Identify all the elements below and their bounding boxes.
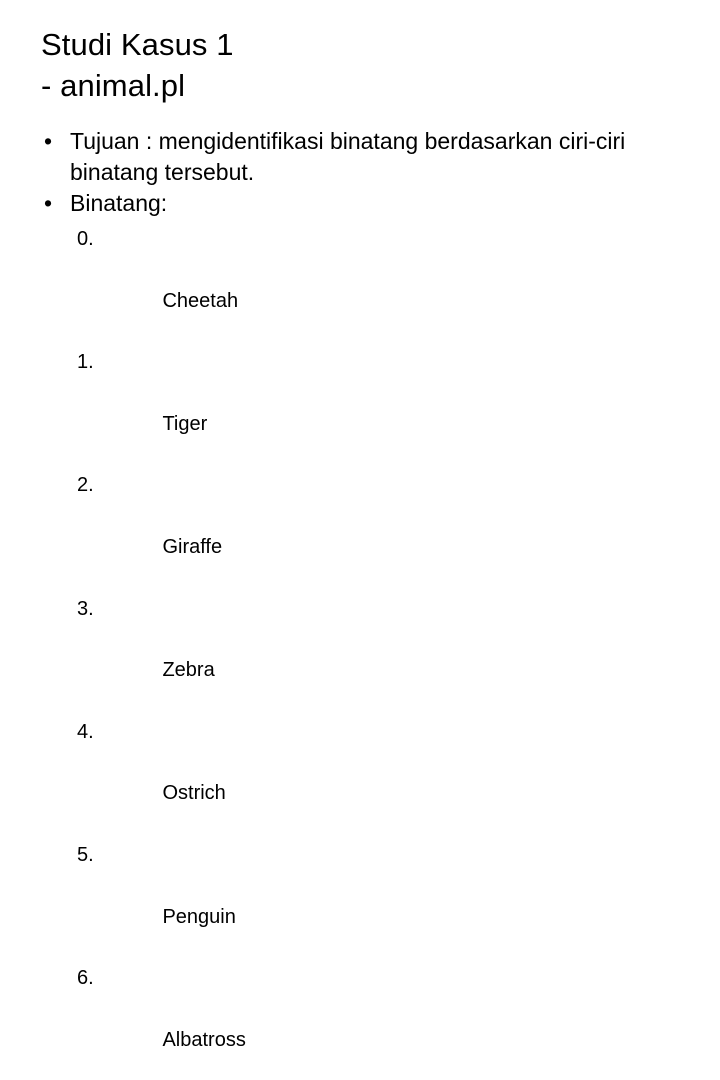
list-item: 1. Tiger — [41, 347, 691, 470]
bullet-text-objective: Tujuan : mengidentifikasi binatang berda… — [70, 128, 626, 185]
list-item: 5. Penguin — [41, 840, 691, 963]
list-item-label: Cheetah — [162, 289, 239, 312]
list-item-number: 0. — [77, 228, 94, 250]
title-line-2: - animal.pl — [41, 68, 186, 103]
bullet-text-animals: Binatang: — [70, 190, 168, 216]
list-item-number: 4. — [77, 720, 94, 743]
slide-title: Studi Kasus 1 - animal.pl — [41, 24, 681, 106]
list-item-label: Giraffe — [162, 535, 223, 558]
list-item-number: 2. — [77, 474, 94, 497]
list-item: 2. Giraffe — [41, 470, 691, 593]
list-item-label: Tiger — [162, 412, 208, 435]
list-item-label: Ostrich — [162, 782, 226, 805]
list-item-number: 5. — [77, 843, 94, 866]
list-item-label: Zebra — [162, 659, 215, 682]
list-item: 3. Zebra — [41, 594, 691, 717]
bullet-dot-icon: • — [44, 128, 53, 154]
list-item-number: 1. — [77, 351, 94, 374]
animal-numbered-list: 0. Cheetah 1. Tiger 2. Giraffe 3. Zebra … — [41, 224, 691, 1080]
list-item-label: Penguin — [162, 905, 236, 928]
slide-body: • Tujuan : mengidentifikasi binatang ber… — [41, 126, 691, 1080]
list-item: 6. Albatross — [41, 963, 691, 1080]
list-item: 4. Ostrich — [41, 717, 691, 840]
bullet-item-animals: • Binatang: — [41, 188, 691, 219]
list-item: 0. Cheetah — [41, 224, 691, 347]
list-item-number: 3. — [77, 597, 94, 620]
list-item-number: 6. — [77, 967, 94, 990]
bullet-dot-icon: • — [44, 190, 53, 216]
bullet-item-objective: • Tujuan : mengidentifikasi binatang ber… — [41, 126, 691, 188]
title-line-1: Studi Kasus 1 — [41, 27, 234, 62]
list-item-label: Albatross — [162, 1028, 246, 1051]
slide-canvas: Studi Kasus 1 - animal.pl • Tujuan : men… — [0, 0, 720, 1051]
